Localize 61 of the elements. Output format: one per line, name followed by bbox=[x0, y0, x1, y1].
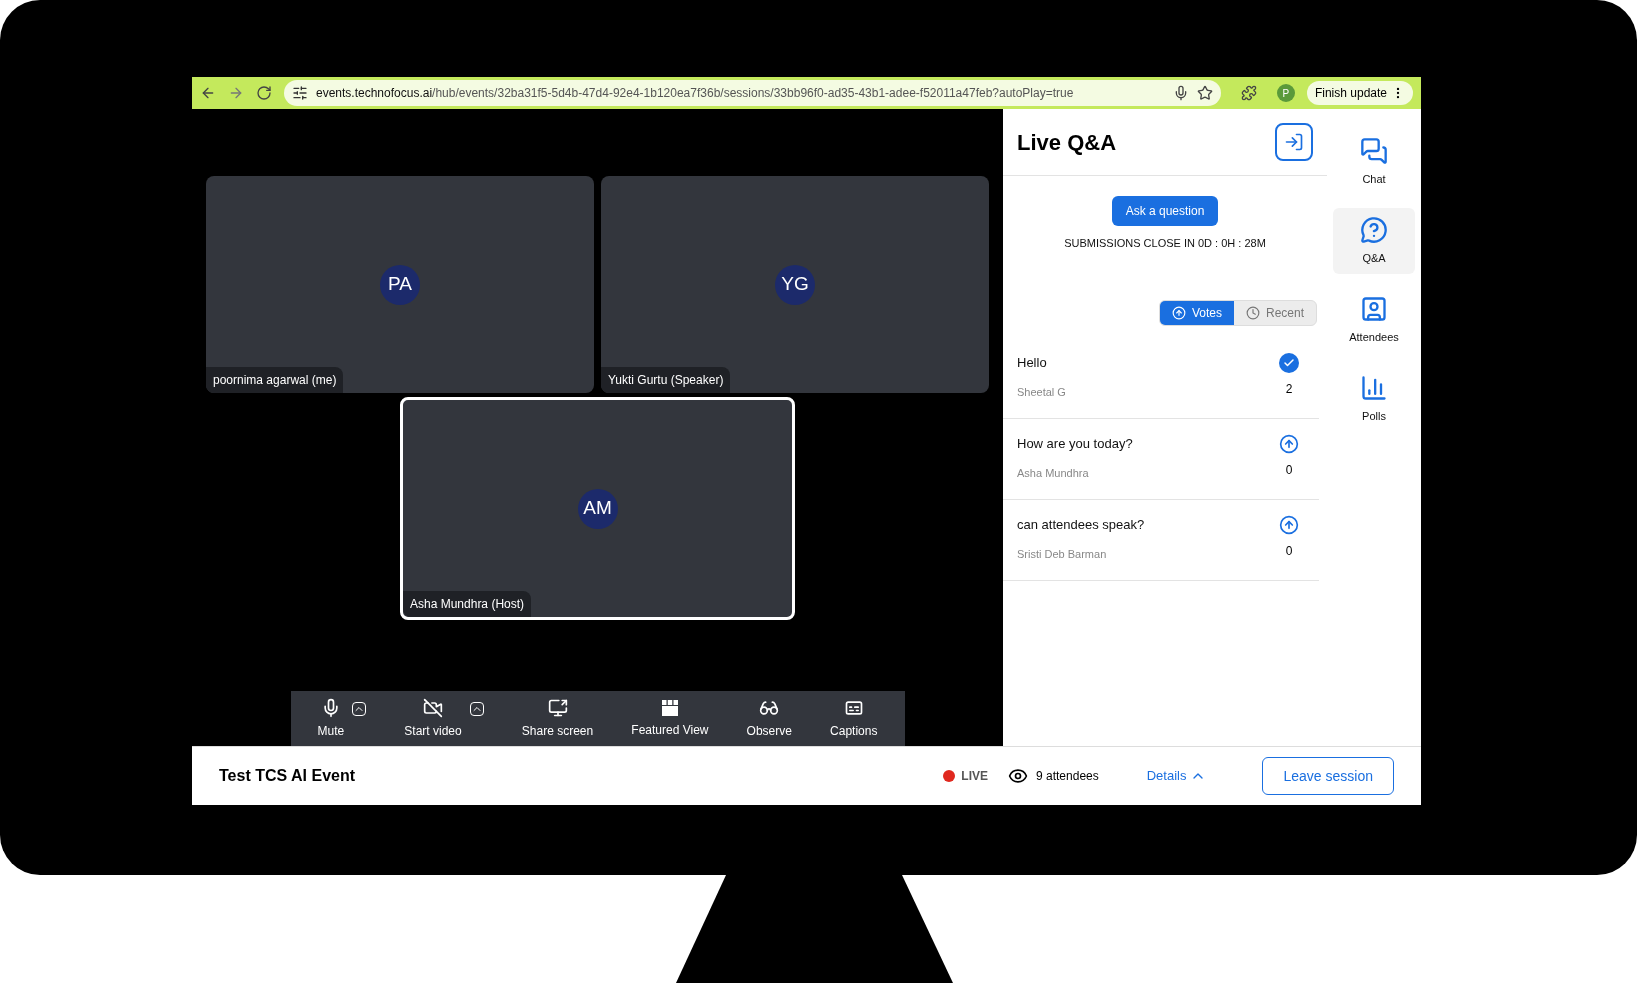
rail-tab[interactable]: Q&A bbox=[1333, 208, 1415, 274]
panel-title: Live Q&A bbox=[1017, 128, 1117, 157]
meeting-control-button[interactable]: Observe bbox=[746, 697, 792, 740]
rail-tab[interactable]: Attendees bbox=[1333, 287, 1415, 353]
clock-icon bbox=[1245, 305, 1260, 320]
sort-tab[interactable]: Votes bbox=[1159, 300, 1234, 325]
event-title: Test TCS AI Event bbox=[219, 766, 357, 786]
site-settings-icon[interactable] bbox=[292, 85, 308, 101]
voted-check-icon[interactable] bbox=[1279, 352, 1299, 373]
eye-icon bbox=[1008, 766, 1028, 786]
question-author: Asha Mundhra bbox=[1017, 466, 1090, 481]
meeting-control-button[interactable]: Mute bbox=[317, 697, 345, 740]
question-author: Sheetal G bbox=[1017, 385, 1066, 400]
ask-question-button[interactable]: Ask a question bbox=[1111, 196, 1219, 226]
options-caret-icon[interactable] bbox=[352, 701, 367, 716]
bookmark-star-icon[interactable] bbox=[1196, 85, 1213, 101]
forward-icon[interactable] bbox=[228, 85, 244, 101]
upvote-icon[interactable] bbox=[1279, 514, 1299, 535]
rail-tab[interactable]: Chat bbox=[1333, 129, 1415, 195]
meeting-control-button[interactable]: Captions bbox=[830, 697, 878, 740]
participant-name: Asha Mundhra (Host) bbox=[403, 591, 532, 617]
reload-icon[interactable] bbox=[256, 85, 272, 101]
question-text: can attendees speak? bbox=[1017, 515, 1145, 534]
participant-avatar: AM bbox=[577, 488, 618, 529]
participant-avatar: PA bbox=[380, 264, 420, 305]
question-author: Sristi Deb Barman bbox=[1017, 547, 1108, 562]
share-screen-icon bbox=[547, 697, 568, 718]
vote-count: 0 bbox=[1285, 461, 1293, 479]
options-caret-icon[interactable] bbox=[469, 701, 484, 716]
participant-name: poornima agarwal (me) bbox=[206, 367, 344, 393]
bar-chart-icon bbox=[1360, 373, 1388, 402]
extensions-icon[interactable] bbox=[1240, 85, 1257, 101]
collapse-panel-button[interactable] bbox=[1275, 123, 1313, 161]
grid-icon bbox=[660, 698, 679, 717]
vote-count: 2 bbox=[1285, 380, 1293, 398]
video-off-icon bbox=[423, 697, 444, 718]
back-icon[interactable] bbox=[200, 85, 216, 101]
question-bubble-icon bbox=[1360, 215, 1388, 244]
question-text: Hello bbox=[1017, 353, 1048, 372]
upvote-icon[interactable] bbox=[1279, 433, 1299, 454]
meeting-control-button[interactable]: Share screen bbox=[521, 697, 594, 740]
sort-tab[interactable]: Recent bbox=[1233, 300, 1316, 325]
rail-tab[interactable]: Polls bbox=[1333, 366, 1415, 432]
leave-session-button[interactable]: Leave session bbox=[1262, 757, 1394, 795]
arrow-up-circle-icon bbox=[1171, 305, 1186, 320]
person-icon bbox=[1360, 294, 1388, 323]
address-bar[interactable]: events.technofocus.ai/hub/events/32ba31f5-5d4b-47d4-92e4-1b120ea7f36b/sessions/33bb96f0-ad35-43b1-adee-f52011a47feb?autoPlay=true bbox=[284, 80, 1221, 106]
finish-update-button[interactable]: Finish update bbox=[1306, 81, 1413, 105]
submission-deadline: SUBMISSIONS CLOSE IN 0D : 0H : 28M bbox=[1064, 236, 1266, 251]
chat-bubbles-icon bbox=[1360, 136, 1388, 165]
attendee-count: 9 attendees bbox=[1036, 768, 1099, 785]
participant-name: Yukti Gurtu (Speaker) bbox=[601, 367, 731, 393]
live-label: LIVE bbox=[961, 768, 988, 785]
meeting-control-button[interactable]: Featured View bbox=[631, 698, 709, 739]
vote-count: 0 bbox=[1285, 542, 1293, 560]
question-text: How are you today? bbox=[1017, 434, 1133, 453]
url-text: events.technofocus.ai/hub/events/32ba31f5-5d4b-47d4-92e4-1b120ea7f36b/sessions/33bb96f0-ad35-43b1-adee-f52011a47feb?autoPlay=true bbox=[316, 85, 1075, 102]
arrow-into-bar-icon bbox=[1284, 132, 1304, 152]
participant-avatar: YG bbox=[775, 264, 815, 305]
meeting-control-button[interactable]: Start video bbox=[404, 697, 462, 740]
details-button[interactable]: Details bbox=[1146, 766, 1207, 786]
